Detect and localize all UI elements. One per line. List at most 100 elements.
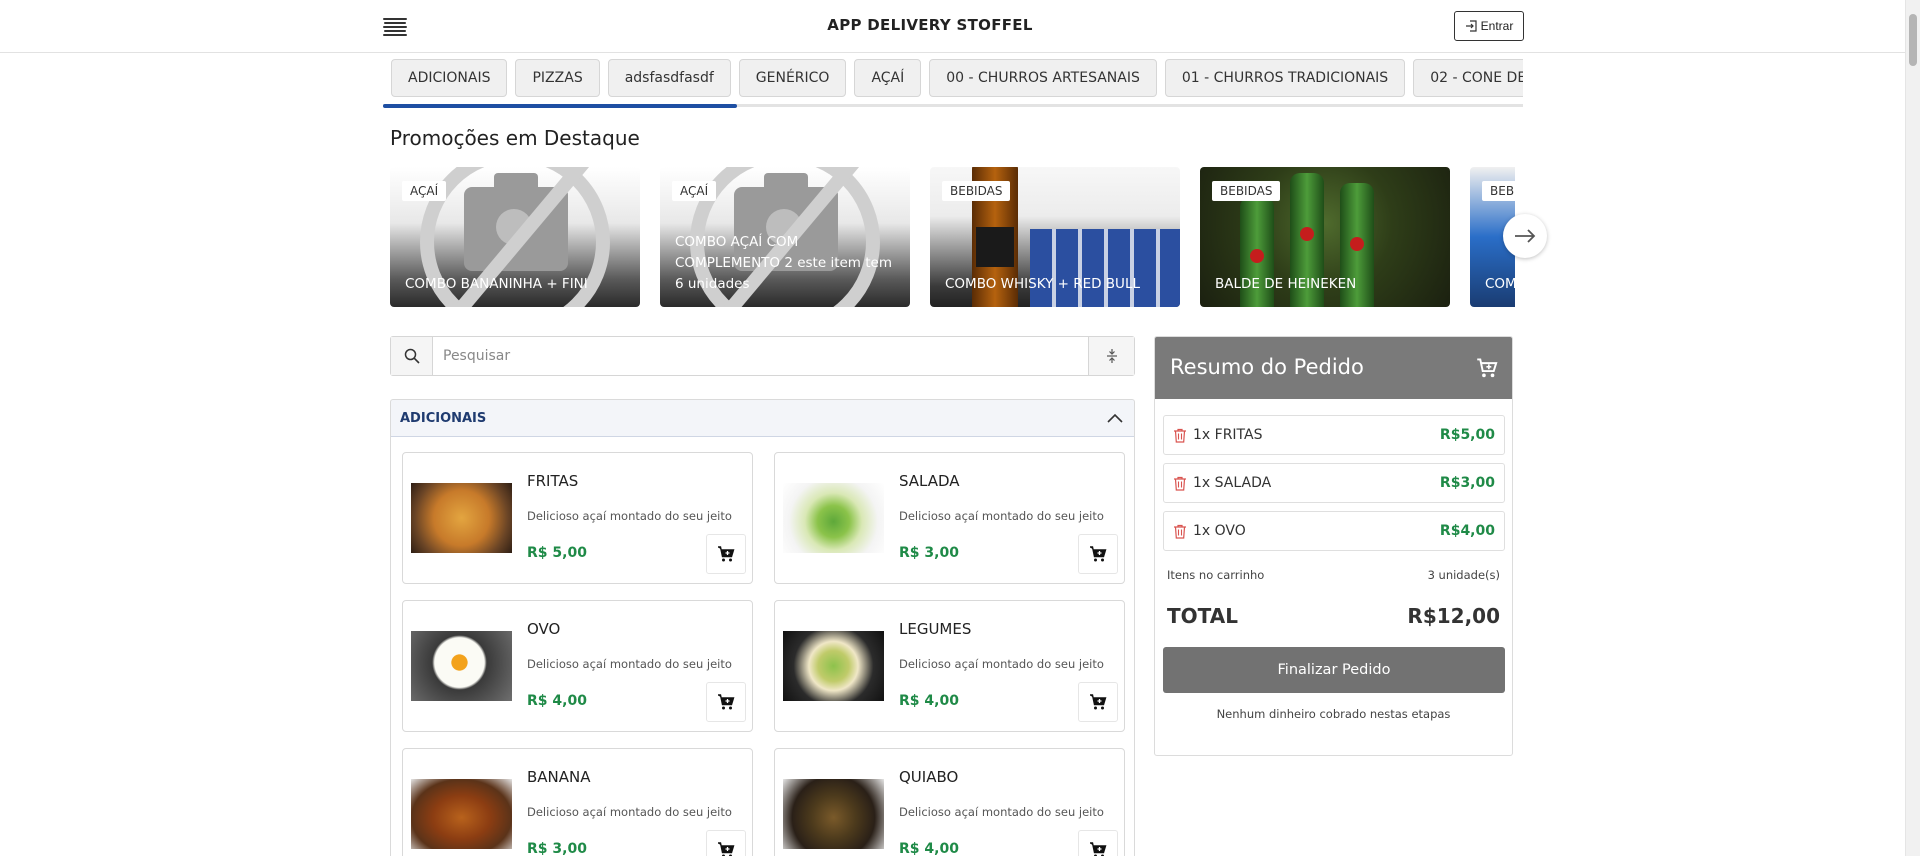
login-label: Entrar [1480,19,1514,33]
product-name: FRITAS [527,472,579,490]
promo-badge: AÇAÍ [402,181,447,201]
product-image [783,631,884,701]
promo-name: COMBO AÇAÍ COM COMPLEMENTO 2 este item t… [675,234,892,292]
total-label: TOTAL [1167,604,1238,628]
order-item-price: R$3,00 [1439,475,1495,491]
category-tab[interactable]: 02 - CONE DE CHURROS [1413,59,1523,97]
collapse-icon [1106,349,1117,363]
scrollbar-thumb[interactable] [1909,14,1917,66]
section-header-adicionais[interactable]: ADICIONAIS [390,399,1135,437]
cart-add-icon [1090,842,1107,856]
product-card[interactable]: SALADA Delicioso açaí montado do seu jei… [774,452,1125,584]
promo-card[interactable]: AÇAÍ COMBO AÇAÍ COM COMPLEMENTO 2 este i… [660,167,910,307]
product-description: Delicioso açaí montado do seu jeito [899,657,1104,671]
app-title: APP DELIVERY STOFFEL [827,16,1033,34]
page-scrollbar[interactable] [1905,0,1920,856]
product-card[interactable]: BANANA Delicioso açaí montado do seu jei… [402,748,753,856]
cart-add-icon [1090,546,1107,562]
product-price: R$ 3,00 [527,841,587,856]
promo-card[interactable]: BEBIDAS COMBO WHISKY + RED BULL [930,167,1180,307]
product-list: FRITAS Delicioso açaí montado do seu jei… [390,436,1135,856]
product-name: BANANA [527,768,591,786]
filter-button[interactable] [1088,337,1134,375]
cart-items-label: Itens no carrinho [1167,568,1265,582]
trash-icon[interactable] [1173,428,1187,443]
search-input[interactable] [433,337,1088,375]
cart-add-icon [718,694,735,710]
product-image [411,779,512,849]
order-item-price: R$5,00 [1439,427,1495,443]
category-tab[interactable]: PIZZAS [515,59,600,97]
product-name: OVO [527,620,561,638]
order-item-name: 1x OVO [1193,523,1246,539]
order-summary-header: Resumo do Pedido [1155,337,1512,399]
arrow-right-icon [1515,229,1536,243]
promo-name: COMBO [1485,276,1515,292]
product-price: R$ 4,00 [899,693,959,709]
order-item-price: R$4,00 [1439,523,1495,539]
trash-icon[interactable] [1173,476,1187,491]
product-name: SALADA [899,472,960,490]
category-tab[interactable]: 01 - CHURROS TRADICIONAIS [1164,59,1406,97]
product-description: Delicioso açaí montado do seu jeito [899,805,1104,819]
finish-order-button[interactable]: Finalizar Pedido [1163,647,1505,693]
order-item: 1x SALADA R$3,00 [1163,463,1505,503]
search-button[interactable] [391,337,433,375]
product-name: QUIABO [899,768,959,786]
category-scroll-indicator[interactable] [383,104,737,108]
order-summary-title: Resumo do Pedido [1170,355,1364,379]
category-tab[interactable]: AÇAÍ [854,59,922,97]
add-to-cart-button[interactable] [706,534,746,574]
cart-items-count: 3 unidade(s) [1427,568,1500,582]
login-button[interactable]: Entrar [1454,11,1524,41]
category-tab[interactable]: ADICIONAIS [391,59,508,97]
order-item-name: 1x FRITAS [1193,427,1263,443]
product-description: Delicioso açaí montado do seu jeito [527,657,732,671]
category-tab[interactable]: adsfasdfasdf [607,59,731,97]
add-to-cart-button[interactable] [1078,830,1118,856]
total-value: R$12,00 [1407,604,1500,628]
order-summary: Resumo do Pedido 1x FRITAS R$5,00 1x SAL… [1154,336,1513,756]
add-to-cart-button[interactable] [706,682,746,722]
promo-badge: BEBIDAS [1212,181,1281,201]
category-tab[interactable]: GENÉRICO [738,59,847,97]
add-to-cart-button[interactable] [1078,534,1118,574]
section-title: ADICIONAIS [400,411,487,426]
promo-badge: AÇAÍ [672,181,717,201]
product-price: R$ 3,00 [899,545,959,561]
promo-card[interactable]: BEBIDAS BALDE DE HEINEKEN [1200,167,1450,307]
category-tab[interactable]: 00 - CHURROS ARTESANAIS [929,59,1157,97]
chevron-up-icon [1107,413,1123,423]
carousel-next-button[interactable] [1503,214,1547,258]
product-description: Delicioso açaí montado do seu jeito [527,509,732,523]
product-price: R$ 4,00 [527,693,587,709]
payment-note: Nenhum dinheiro cobrado nestas etapas [1216,707,1451,721]
add-to-cart-button[interactable] [1078,682,1118,722]
promo-badge: BEBIDAS [942,181,1011,201]
promo-card[interactable]: AÇAÍ COMBO BANANINHA + FINI [390,167,640,307]
search-icon [404,348,420,364]
product-price: R$ 4,00 [899,841,959,856]
product-price: R$ 5,00 [527,545,587,561]
login-icon [1465,20,1477,32]
product-card[interactable]: OVO Delicioso açaí montado do seu jeito … [402,600,753,732]
promo-badge: BEBIDAS [1482,181,1515,201]
product-card[interactable]: QUIABO Delicioso açaí montado do seu jei… [774,748,1125,856]
energy-cans-image [1030,229,1180,307]
category-tabs: ADICIONAIS PIZZAS adsfasdfasdf GENÉRICO … [391,59,1523,109]
product-image [411,483,512,553]
promo-name: COMBO WHISKY + RED BULL [945,276,1140,292]
trash-icon[interactable] [1173,524,1187,539]
order-item: 1x FRITAS R$5,00 [1163,415,1505,455]
product-image [783,779,884,849]
promo-name: BALDE DE HEINEKEN [1215,276,1357,292]
search-bar [390,336,1135,376]
promotions-title: Promoções em Destaque [390,126,640,150]
product-description: Delicioso açaí montado do seu jeito [899,509,1104,523]
add-to-cart-button[interactable] [706,830,746,856]
product-name: LEGUMES [899,620,972,638]
cart-icon [1477,358,1498,378]
product-card[interactable]: LEGUMES Delicioso açaí montado do seu je… [774,600,1125,732]
product-card[interactable]: FRITAS Delicioso açaí montado do seu jei… [402,452,753,584]
product-description: Delicioso açaí montado do seu jeito [527,805,732,819]
